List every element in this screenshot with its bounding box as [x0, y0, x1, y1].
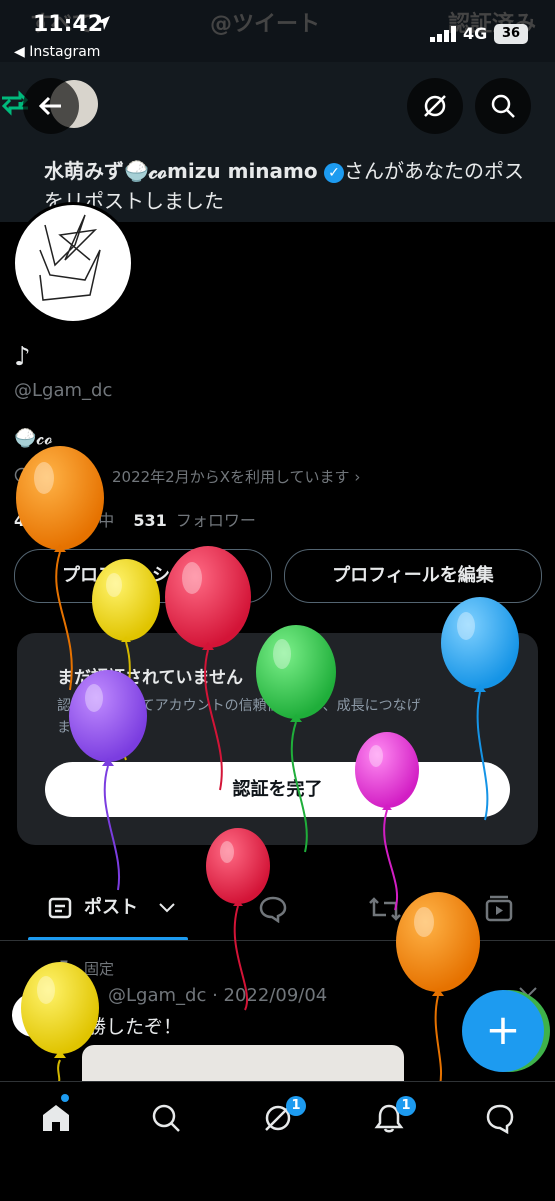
post-text: 優勝したぞ！ — [68, 1016, 183, 1038]
status-time: 11:42 — [33, 12, 104, 37]
post-author-avatar[interactable] — [12, 993, 56, 1037]
bottom-nav: 1 1 — [0, 1081, 555, 1201]
tab-divider — [0, 940, 555, 941]
following-count: 4 — [14, 511, 26, 530]
edit-profile-button[interactable]: プロフィールを編集 — [284, 549, 542, 603]
complete-verification-button[interactable]: 認証を完了 — [45, 762, 510, 817]
grok-badge: 1 — [286, 1096, 306, 1116]
verify-title: まだ認証されていません — [57, 668, 243, 688]
notice-text: さんがあなたのポス — [343, 159, 524, 183]
tab-reposts-icon[interactable] — [368, 895, 402, 923]
tab-posts-label: ポスト — [84, 897, 138, 918]
avatar-drawing — [39, 214, 101, 301]
notice-user-name: 水萌みず🍚𝓬𝓸mizu minamo — [44, 159, 318, 183]
pinned-label: 固定 — [84, 960, 115, 978]
back-button[interactable] — [23, 78, 79, 134]
chevron-down-icon — [159, 903, 175, 913]
following-label: フォロー中 — [34, 511, 115, 530]
messages-icon[interactable] — [484, 1102, 516, 1134]
tab-replies-icon[interactable] — [258, 895, 288, 923]
repost-notice[interactable]: 水萌みず🍚𝓬𝓸mizu minamo ✓ さんがあなたのポス をリポストしました — [44, 156, 555, 216]
status-bar: すべて @ツイート 認証済み 11:42 ◀ Instagram 4G 36 — [0, 0, 555, 62]
profile-avatar[interactable] — [12, 202, 134, 324]
back-to-instagram-link[interactable]: ◀ Instagram — [14, 44, 100, 60]
battery-indicator: 36 — [494, 24, 528, 44]
followers-label: フォロワー — [175, 511, 256, 530]
notifications-badge: 1 — [396, 1096, 416, 1116]
pin-icon — [57, 960, 71, 975]
display-name: ♪ — [14, 342, 31, 372]
professional-button[interactable]: プロフェッショナル — [14, 549, 272, 603]
ghost-tab-tweets: @ツイート — [210, 12, 321, 37]
search-nav-icon[interactable] — [150, 1102, 182, 1134]
tab-posts[interactable]: ポスト — [48, 893, 176, 919]
posts-icon — [48, 897, 72, 919]
home-unread-dot — [61, 1094, 69, 1102]
joined-text: 2022年2月からXを利用しています — [112, 468, 350, 486]
post-meta[interactable]: @Lgam_dc · 2022/09/04 — [108, 985, 327, 1006]
grok-button[interactable] — [407, 78, 463, 134]
calendar-icon — [14, 467, 30, 483]
arrow-left-icon — [38, 96, 61, 116]
verified-icon: ✓ — [323, 162, 344, 183]
follow-stats[interactable]: 4 フォロー中 531 フォロワー — [14, 507, 256, 531]
post-image[interactable] — [82, 1045, 404, 1085]
profile-handle: @Lgam_dc — [14, 380, 113, 401]
location-arrow-icon — [96, 16, 110, 30]
search-icon — [491, 94, 515, 118]
verify-desc-line2: ましょう。 — [57, 720, 127, 736]
tab-media-icon[interactable] — [484, 895, 514, 923]
compose-button[interactable]: + — [462, 990, 544, 1072]
profile-bio: 🍚𝓬𝓸 — [14, 428, 53, 449]
home-icon[interactable] — [40, 1102, 72, 1134]
joined-date[interactable]: 2022年2月からXを利用しています › — [112, 466, 360, 487]
search-button[interactable] — [475, 78, 531, 134]
network-type: 4G — [463, 24, 488, 43]
followers-count: 531 — [133, 511, 167, 530]
grok-icon — [424, 95, 446, 117]
verify-desc-line1: 認証を完了してアカウントの信頼性を高め、成長につなげ — [57, 698, 421, 714]
signal-icon — [430, 26, 456, 42]
balloon-orange-2 — [396, 892, 480, 1086]
